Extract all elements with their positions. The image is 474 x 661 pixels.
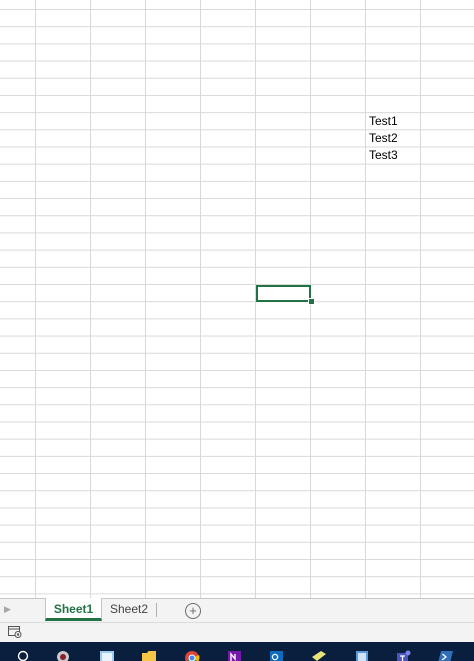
tab-sheet1[interactable]: Sheet1 [45, 598, 102, 621]
tab-scroll-left-icon[interactable]: ▶ [4, 604, 11, 615]
tab-sheet2[interactable]: Sheet2 [104, 598, 154, 621]
tab-divider [156, 603, 157, 617]
status-bar [0, 622, 474, 642]
powershell-icon[interactable] [438, 649, 454, 661]
file-explorer-icon[interactable] [141, 649, 157, 661]
app-icon[interactable] [55, 649, 71, 661]
search-icon[interactable] [16, 649, 32, 661]
chrome-icon[interactable] [184, 649, 200, 661]
windows-taskbar [0, 642, 474, 661]
cell-g8[interactable]: Test2 [369, 130, 398, 147]
photos-icon[interactable] [99, 649, 115, 661]
onenote-icon[interactable] [226, 649, 242, 661]
app-icon[interactable] [354, 649, 370, 661]
teams-icon[interactable] [396, 649, 412, 661]
worksheet-grid[interactable]: Test1 Test2 Test3 [0, 0, 474, 598]
outlook-icon[interactable] [268, 649, 284, 661]
fill-handle[interactable] [308, 298, 315, 305]
active-cell-selection[interactable] [256, 285, 311, 302]
macro-record-icon[interactable] [8, 626, 22, 638]
cell-g7[interactable]: Test1 [369, 113, 398, 130]
add-sheet-icon[interactable]: + [185, 603, 201, 619]
sheet-tab-bar: ▶ Sheet1 Sheet2 + [0, 598, 474, 622]
notes-icon[interactable] [311, 649, 327, 661]
cell-g9[interactable]: Test3 [369, 147, 398, 164]
